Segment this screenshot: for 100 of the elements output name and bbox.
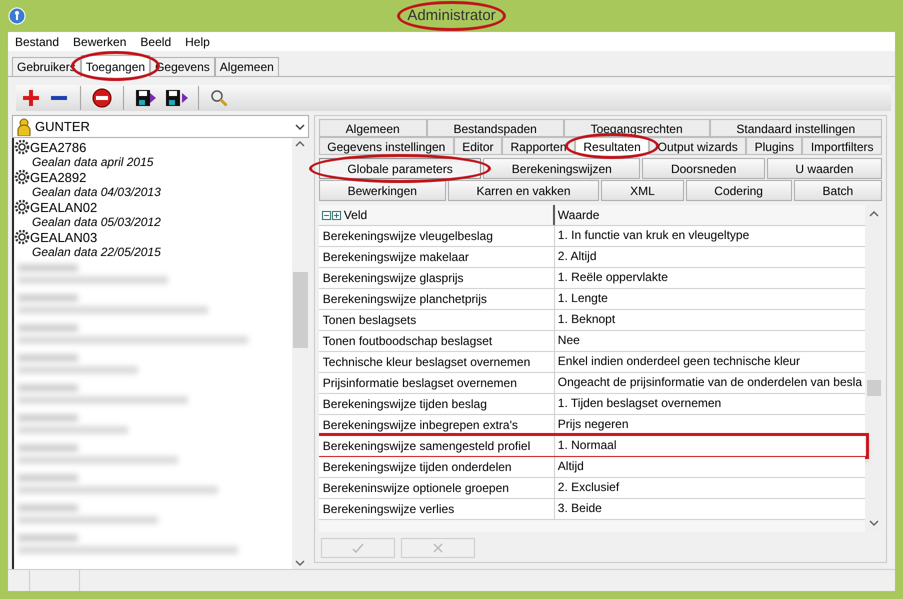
scroll-thumb[interactable] — [292, 272, 308, 348]
sub-tab-button[interactable]: U waarden — [766, 158, 882, 179]
gear-icon — [14, 169, 30, 185]
tab[interactable]: Algemeen — [318, 119, 427, 137]
tab[interactable]: Editor — [454, 137, 502, 155]
table-cell: Technische kleur beslagset overnemen — [318, 352, 555, 372]
sub-tab-button[interactable]: Codering — [686, 180, 792, 201]
blurred-text — [18, 414, 78, 422]
item-description: Gealan data 04/03/2013 — [31, 185, 162, 200]
table-cell: Berekeningswijze planchetprijs — [318, 289, 555, 309]
tab[interactable]: Output wizards — [649, 137, 746, 155]
tab[interactable]: Plugins — [746, 137, 802, 155]
table-cell: Berekeningswijze samengesteld profiel — [318, 436, 555, 456]
table-cell-text: Prijs negeren — [556, 416, 630, 433]
table-cell: Berekeningswijze glasprijs — [318, 268, 555, 288]
chevron-down-icon — [868, 519, 878, 527]
table-cell: Berekeningswijze makelaar — [318, 247, 555, 267]
menu-item[interactable]: Bewerken — [73, 32, 126, 50]
blurred-text — [18, 504, 78, 512]
sub-tab-button[interactable]: Berekeningswijzen — [483, 158, 640, 179]
list-item[interactable]: GEA2892 Gealan data 04/03/2013 — [14, 169, 292, 199]
table-cell: Berekeningswijze tijden beslag — [318, 394, 555, 414]
item-description: Gealan data 22/05/2015 — [31, 245, 162, 260]
blurred-text — [18, 444, 78, 452]
table-cell: Berekeningswijze inbegrepen extra's — [318, 415, 555, 435]
menu-item[interactable]: Beeld — [140, 32, 172, 50]
user-icon — [16, 118, 32, 136]
chevron-up-icon — [868, 210, 878, 218]
column-header: Veld — [344, 207, 368, 224]
dropdown-value: GUNTER — [35, 118, 91, 136]
table-cell-text: Nee — [556, 332, 581, 349]
table-cell: Tonen foutboodschap beslagset — [318, 331, 555, 351]
user-dropdown[interactable]: GUNTER — [12, 115, 309, 138]
blurred-text — [18, 324, 78, 332]
item-name: GEALAN03 — [30, 230, 98, 244]
table-cell-text: Altijd — [556, 458, 585, 475]
tab[interactable]: Rapporten — [502, 137, 575, 155]
tab[interactable]: Toegangsrechten — [564, 119, 710, 137]
item-name: GEA2786 — [30, 140, 86, 154]
item-description: Gealan data 05/03/2012 — [31, 215, 162, 230]
chevron-down-icon — [294, 122, 305, 130]
table-cell: Berekeninswijze optionele groepen — [318, 478, 555, 498]
tab[interactable]: Gegevens instellingen — [318, 137, 454, 155]
collapse-icon[interactable] — [322, 210, 331, 220]
check-icon — [352, 543, 364, 553]
item-description: Gealan data april 2015 — [31, 155, 154, 170]
sub-tab-button[interactable]: Bewerkingen — [318, 180, 446, 201]
table-cell-text: 1. Lengte — [556, 290, 609, 307]
table-cell: Berekeningswijze verlies — [318, 499, 555, 519]
table-cell: Prijsinformatie beslagset overnemen — [318, 373, 555, 393]
table-cell-text: 2. Exclusief — [556, 479, 620, 496]
app-icon — [8, 7, 26, 25]
list-item[interactable]: GEALAN03 Gealan data 22/05/2015 — [14, 229, 292, 259]
table-cell: Berekeningswijze vleugelbeslag — [318, 226, 555, 246]
close-icon — [432, 543, 443, 553]
table-cell-text: 3. Beide — [556, 500, 603, 517]
item-name: GEALAN02 — [30, 200, 98, 214]
tab[interactable]: Importfilters — [802, 137, 882, 155]
tab[interactable]: Resultaten — [574, 137, 650, 155]
list-item[interactable]: GEA2786 Gealan data april 2015 — [14, 139, 292, 169]
menu-item[interactable]: Bestand — [15, 32, 60, 50]
item-name: GEA2892 — [30, 170, 86, 184]
table-cell-text: Ongeacht de prijsinformatie van de onderdelen van besla — [556, 374, 863, 391]
tab[interactable]: Algemeen — [214, 57, 279, 76]
table-cell: Tonen beslagsets — [318, 310, 555, 330]
blurred-text — [18, 354, 78, 362]
blurred-text — [18, 384, 78, 392]
chevron-down-icon — [295, 559, 306, 567]
sub-tab-button[interactable]: Batch — [794, 180, 882, 201]
sub-tab-button[interactable]: Doorsneden — [642, 158, 765, 179]
blurred-text — [18, 264, 78, 272]
tab[interactable]: Bestandspaden — [426, 119, 564, 137]
list-item[interactable]: GEALAN02 Gealan data 05/03/2012 — [14, 199, 292, 229]
plus-icon[interactable] — [20, 87, 42, 109]
table-cell-text: Enkel indien onderdeel geen technische kleur — [556, 353, 801, 370]
table-cell-text: 1. Tijden beslagset overnemen — [556, 395, 722, 412]
sub-tab-button[interactable]: Karren en vakken — [448, 180, 600, 201]
expand-icon[interactable] — [332, 210, 341, 220]
scroll-thumb[interactable] — [866, 380, 880, 396]
search-icon[interactable] — [209, 88, 229, 108]
tab[interactable]: Standaard instellingen — [710, 119, 882, 137]
table-cell-text: 1. Reële oppervlakte — [556, 269, 669, 286]
sub-tab-button[interactable]: Globale parameters — [318, 158, 482, 179]
menu-item[interactable]: Help — [185, 32, 210, 50]
floppy-arrow-icon[interactable] — [134, 87, 158, 109]
chevron-up-icon — [295, 140, 306, 148]
table-cell: Berekeningswijze tijden onderdelen — [318, 457, 555, 477]
gear-icon — [14, 139, 30, 155]
no-entry-icon[interactable] — [91, 87, 113, 109]
gear-icon — [14, 229, 30, 245]
gear-icon — [14, 199, 30, 215]
blurred-text — [18, 294, 78, 302]
tab[interactable]: Toegangen — [80, 55, 150, 77]
floppy-arrow-icon[interactable] — [164, 87, 188, 109]
table-cell-text: 1. Beknopt — [556, 311, 616, 328]
blurred-text — [18, 474, 78, 482]
column-header: Waarde — [556, 207, 600, 224]
table-cell-text: 1. In functie van kruk en vleugeltype — [556, 227, 750, 244]
table-cell-text: 1. Normaal — [556, 437, 618, 454]
sub-tab-button[interactable]: XML — [601, 180, 684, 201]
